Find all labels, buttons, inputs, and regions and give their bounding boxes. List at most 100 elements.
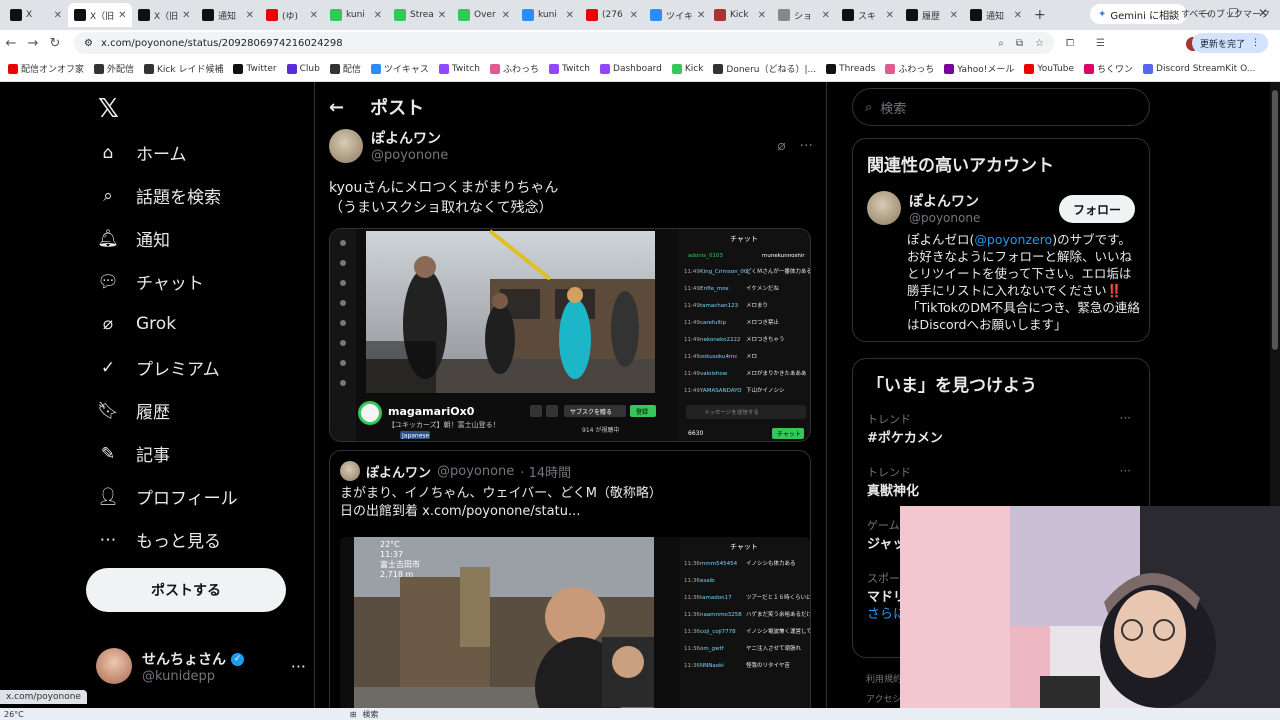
close-tab-icon[interactable]: ✕ [886, 10, 894, 21]
browser-tab[interactable]: 通知 ✕ [964, 3, 1028, 27]
bookmark-item[interactable]: ツイキャス [370, 62, 429, 75]
browser-tab[interactable]: X（旧 ✕ [68, 3, 132, 27]
browser-tab[interactable]: (ゆ) ✕ [260, 3, 324, 27]
streamer-name[interactable]: magamariOx0 [388, 405, 475, 418]
chat-user[interactable]: King_Crimson_00 [700, 269, 748, 275]
footer-link[interactable]: アクセシ [866, 692, 902, 705]
chat-message-input[interactable]: メッセージを送信する [704, 408, 759, 416]
chat-user[interactable]: NNNaoki [700, 663, 724, 669]
quote-image[interactable]: 22°C 11:37 富士吉田市 2,718 m チャット 11:36 mmm54… [340, 537, 810, 720]
close-tab-icon[interactable]: ✕ [1014, 10, 1022, 21]
page-scrollbar[interactable] [1270, 82, 1280, 506]
browser-tab[interactable]: 履歴 ✕ [900, 3, 964, 27]
bookmark-item[interactable]: Club [286, 63, 320, 74]
nav-item[interactable]: 💬︎ チャット [96, 269, 204, 295]
close-tab-icon[interactable]: ✕ [630, 10, 638, 21]
search-input[interactable]: 検索 [880, 98, 906, 117]
nav-item[interactable]: ✓ プレミアム [96, 355, 220, 381]
nav-item[interactable]: ⌂ ホーム [96, 140, 187, 166]
bookmark-star-icon[interactable]: ☆ [1035, 38, 1044, 49]
nav-item[interactable]: ⌕ 話題を検索 [96, 183, 221, 209]
avatar[interactable] [867, 191, 901, 225]
browser-tab[interactable]: kuni ✕ [516, 3, 580, 27]
sidebar-icon[interactable]: ☰ [1096, 38, 1105, 49]
nav-item[interactable]: ✎ 記事 [96, 441, 170, 467]
bookmark-item[interactable]: Doneru（どねる）|... [713, 62, 816, 75]
bookmark-item[interactable]: YouTube [1024, 63, 1074, 74]
bookmark-item[interactable]: 配信 [329, 62, 361, 75]
address-bar[interactable]: ⚙ x.com/poyonone/status/2092806974216024… [74, 32, 1054, 54]
browser-tab[interactable]: Kick ✕ [708, 3, 772, 27]
nav-item[interactable]: ⌀ Grok [96, 312, 176, 336]
back-icon[interactable]: ← [0, 36, 22, 51]
post-button[interactable]: ポストする [86, 568, 286, 612]
bookmark-item[interactable]: Yahoo!メール [944, 62, 1014, 75]
stream-follow-button[interactable]: 登録 [636, 408, 648, 416]
browser-tab[interactable]: X（旧 ✕ [132, 3, 196, 27]
bookmark-item[interactable]: Kick [671, 63, 703, 74]
bookmark-item[interactable]: Dashboard [600, 63, 662, 74]
chat-user[interactable]: nekoneko2222 [700, 337, 740, 343]
close-tab-icon[interactable]: ✕ [118, 10, 126, 21]
browser-tab[interactable]: X ✕ [4, 3, 68, 27]
search-box[interactable]: ⌕ 検索 [852, 88, 1150, 126]
close-tab-icon[interactable]: ✕ [950, 10, 958, 21]
chat-send-button[interactable]: チャット [777, 431, 801, 438]
windows-start-icon[interactable]: ⊞ [350, 710, 357, 719]
back-arrow-icon[interactable]: ← [329, 97, 344, 118]
bookmark-item[interactable]: Twitch [438, 63, 480, 74]
bio-link[interactable]: @poyonzero [974, 232, 1052, 247]
trend-item[interactable]: トレンド 真獣神化 ··· [867, 464, 1137, 499]
more-options-icon[interactable]: ··· [1120, 464, 1131, 478]
author-handle[interactable]: @poyonone [371, 148, 448, 163]
chat-user[interactable]: esaib [700, 578, 715, 584]
bookmark-item[interactable]: Kick レイド候補 [144, 62, 223, 75]
bookmark-item[interactable]: ふわっち [885, 62, 934, 75]
close-tab-icon[interactable]: ✕ [54, 10, 62, 21]
bookmark-item[interactable]: ちくワン [1084, 62, 1133, 75]
browser-tab[interactable]: Over ✕ [452, 3, 516, 27]
account-switcher[interactable]: せんちょさん ✓ @kunidepp ··· [96, 648, 306, 684]
author-name[interactable]: ぽよんワン [371, 128, 448, 148]
x-logo-icon[interactable]: 𝕏 [98, 94, 119, 124]
bookmark-item[interactable]: 配信オンオフ家 [8, 62, 84, 75]
chat-user[interactable]: tamachan123 [700, 303, 739, 309]
bookmark-item[interactable]: Discord StreamKit O... [1143, 63, 1255, 74]
chat-user[interactable]: Erifle_mox [700, 286, 729, 292]
zoom-icon[interactable]: ⌕ [998, 38, 1004, 49]
chat-user[interactable]: zokusoku4mc [700, 354, 737, 360]
install-icon[interactable]: ⧉ [1016, 38, 1023, 49]
all-bookmarks[interactable]: 🗀 すべてのブックマーク [1169, 7, 1270, 23]
scrollbar-thumb[interactable] [1272, 90, 1278, 350]
weather-widget[interactable]: 26°C [4, 710, 24, 719]
chat-user[interactable]: om_gwtf [700, 646, 725, 652]
chat-user[interactable]: coji_coji7778 [700, 629, 736, 635]
close-tab-icon[interactable]: ✕ [246, 10, 254, 21]
new-tab-button[interactable]: + [1034, 7, 1046, 23]
bookmark-item[interactable]: Twitter [233, 63, 277, 74]
browser-tab[interactable]: Strea ✕ [388, 3, 452, 27]
subscribe-button[interactable]: サブスクを贈る [570, 408, 612, 416]
more-options-icon[interactable]: ··· [291, 657, 306, 676]
close-tab-icon[interactable]: ✕ [566, 10, 574, 21]
follow-button[interactable]: フォロー [1059, 195, 1135, 223]
close-tab-icon[interactable]: ✕ [822, 10, 830, 21]
related-name[interactable]: ぽよんワン [909, 191, 980, 211]
reload-icon[interactable]: ↻ [44, 36, 66, 51]
close-tab-icon[interactable]: ✕ [697, 10, 705, 21]
chat-user[interactable]: tamadon17 [700, 595, 732, 601]
more-options-icon[interactable]: ··· [800, 138, 813, 154]
nav-item[interactable]: ⋯ もっと見る [96, 527, 222, 553]
nav-item[interactable]: 🔖︎ 履歴 [96, 398, 170, 424]
taskbar-search[interactable]: 検索 [362, 709, 378, 720]
nav-item[interactable]: 🔔︎ 通知 [96, 226, 170, 252]
close-tab-icon[interactable]: ✕ [438, 10, 446, 21]
chat-user[interactable]: naamnmo3258 [700, 612, 742, 618]
forward-icon[interactable]: → [22, 36, 44, 51]
footer-link[interactable]: 利用規約 [866, 672, 902, 685]
bookmark-item[interactable]: Threads [826, 63, 875, 74]
close-tab-icon[interactable]: ✕ [182, 10, 190, 21]
trend-item[interactable]: トレンド #ポケカメン ··· [867, 411, 1137, 446]
chat-user[interactable]: YAMASANDAYO [699, 388, 742, 394]
quoted-post[interactable]: ぽよんワン @poyonone · 14時間 まがまり、イノちゃん、ウェイバー、… [329, 450, 811, 720]
